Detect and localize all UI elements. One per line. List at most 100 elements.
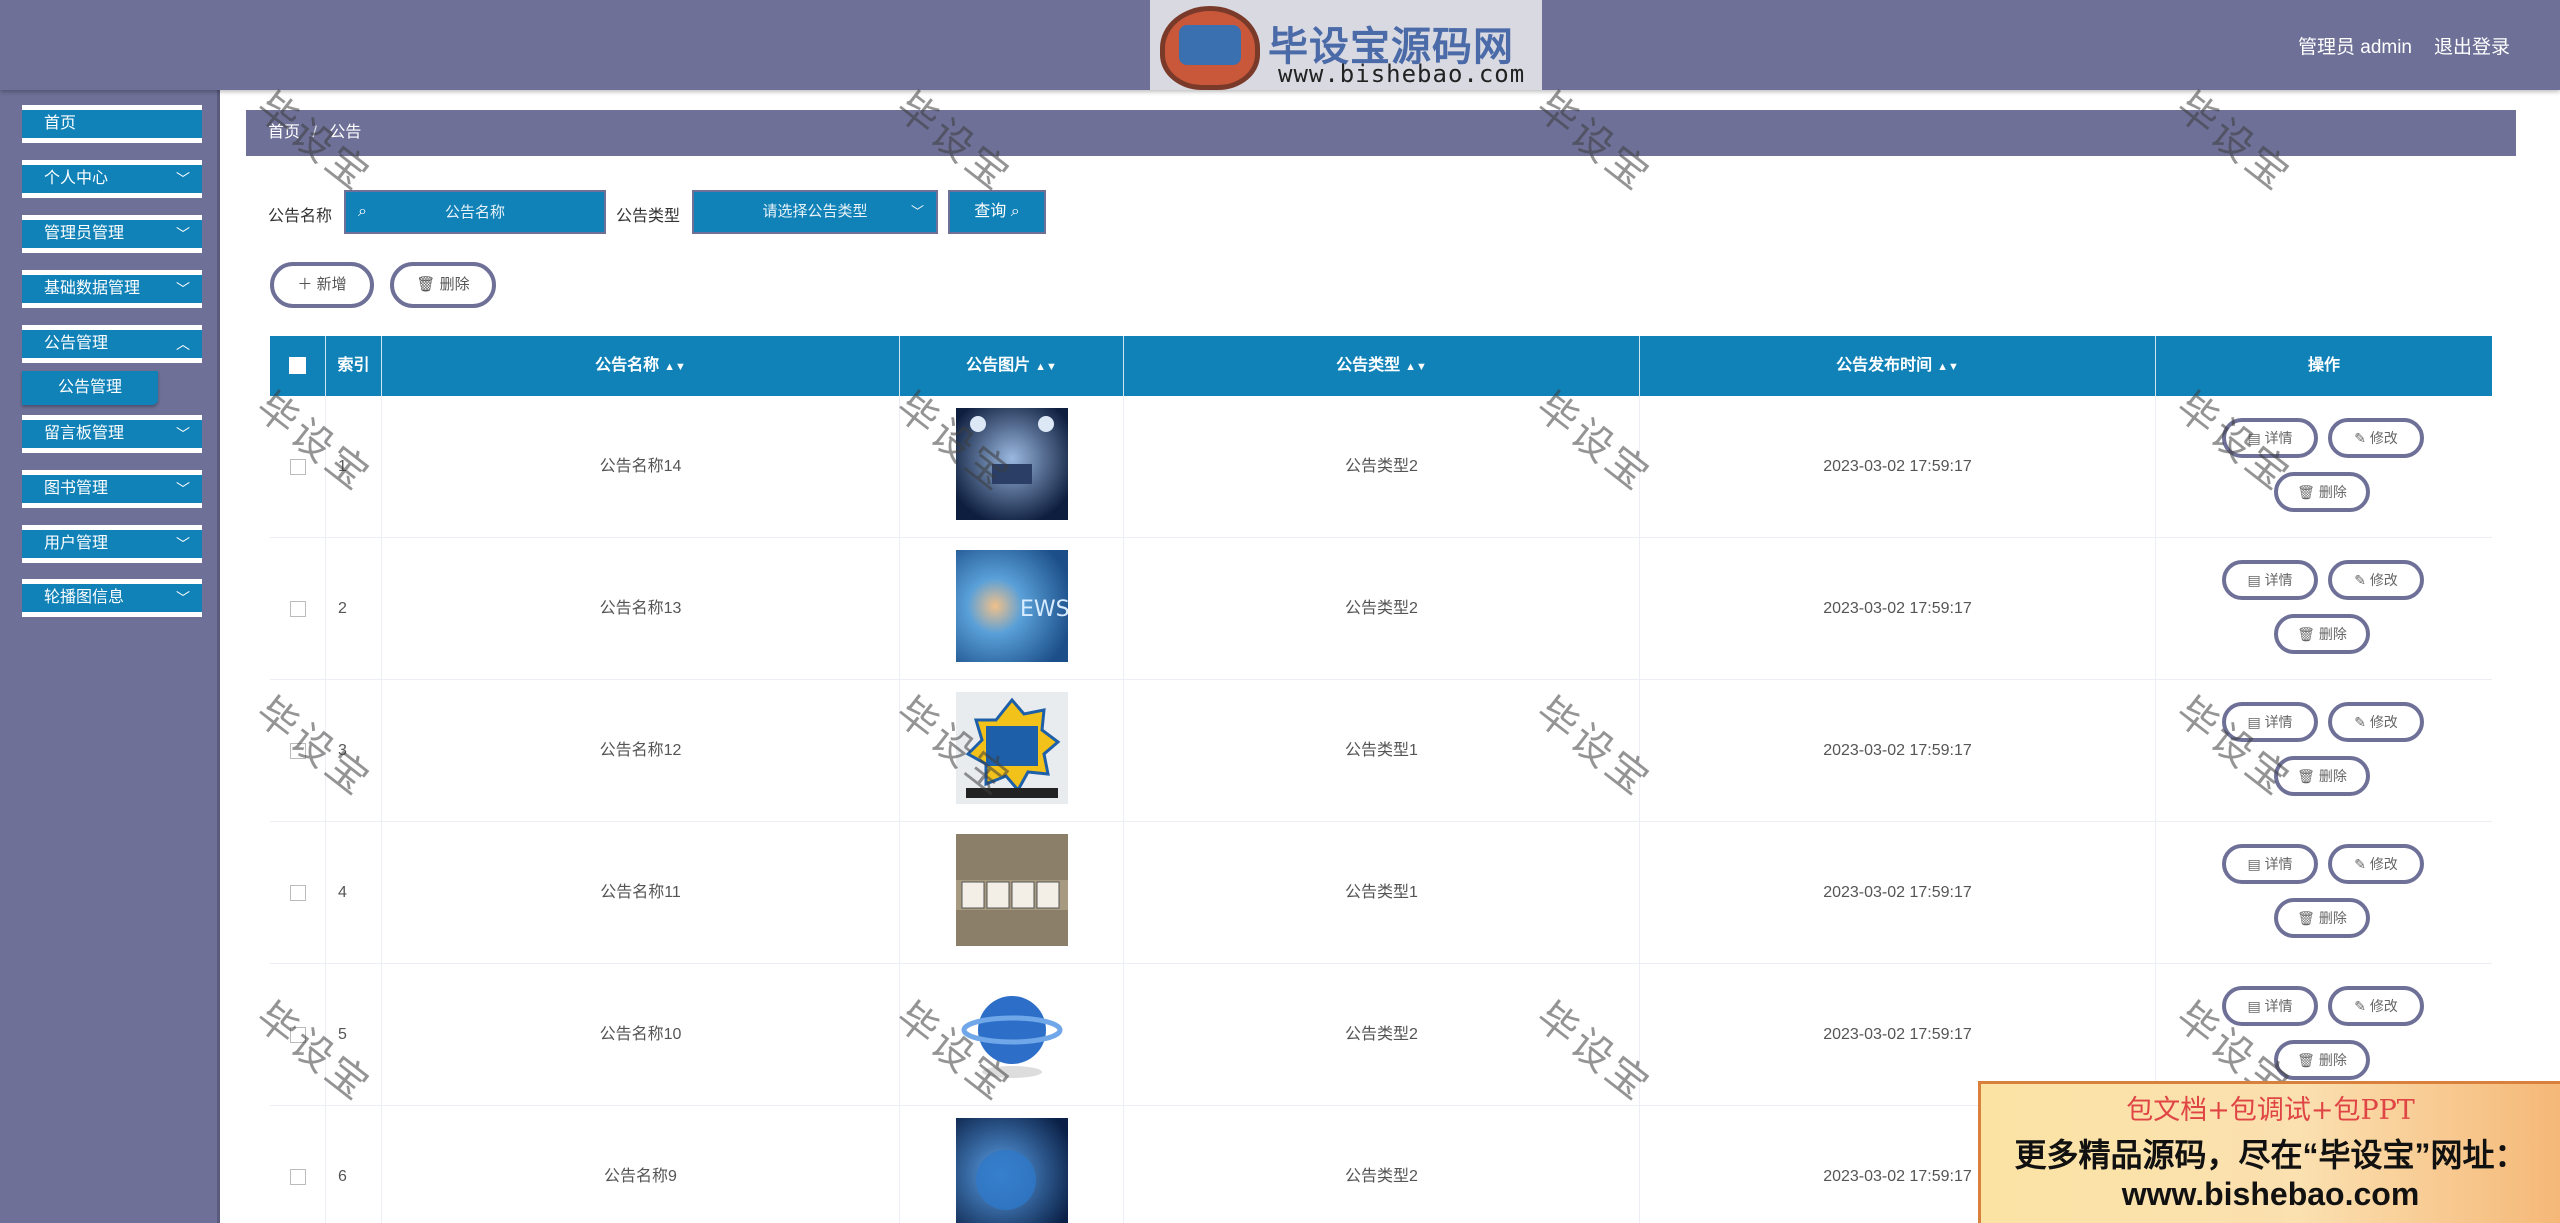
- detail-button[interactable]: ▤ 详情: [2222, 844, 2318, 884]
- trash-icon: 🗑: [2297, 484, 2315, 500]
- detail-button[interactable]: ▤ 详情: [2222, 560, 2318, 600]
- search-name-field[interactable]: ⌕: [344, 190, 606, 234]
- edit-button[interactable]: ✎ 修改: [2328, 560, 2424, 600]
- row-checkbox[interactable]: [289, 600, 306, 617]
- query-button[interactable]: 查询 ⌕: [948, 190, 1046, 234]
- row-time: 2023-03-02 17:59:17: [1640, 680, 2156, 822]
- sidebar-item-books[interactable]: 图书管理 ﹀: [22, 470, 202, 508]
- select-all-checkbox[interactable]: [289, 357, 306, 375]
- table-row: 3 公告名称12 公告类型1 2023-03-02 17:59:17 ▤ 详情 ✎ 修改 🗑…: [270, 680, 2492, 822]
- sidebar-item-users[interactable]: 用户管理 ﹀: [22, 525, 202, 563]
- delete-button[interactable]: 🗑 删除: [2274, 1040, 2370, 1080]
- sort-icon: ▲▼: [664, 361, 686, 373]
- promo-line-2: 更多精品源码，尽在“毕设宝”网址：: [2014, 1137, 2527, 1173]
- logout-link[interactable]: 退出登录: [2434, 32, 2510, 59]
- trash-icon: 🗑: [2297, 768, 2315, 784]
- notice-type-select[interactable]: 请选择公告类型 ﹀: [692, 190, 938, 234]
- sidebar-item-base-data[interactable]: 基础数据管理 ﹀: [22, 270, 202, 308]
- delete-button[interactable]: 🗑 删除: [2274, 898, 2370, 938]
- notice-thumbnail: [956, 834, 1068, 946]
- row-checkbox[interactable]: [289, 458, 306, 475]
- column-name[interactable]: 公告名称 ▲▼: [382, 336, 900, 396]
- edit-button-label: 修改: [2369, 430, 2398, 446]
- pencil-icon: ✎: [2354, 856, 2366, 872]
- sort-icon: ▲▼: [1035, 361, 1057, 373]
- row-index: 1: [326, 396, 382, 538]
- pencil-icon: ✎: [2354, 430, 2366, 446]
- logo-url: www.bishebao.com: [1278, 60, 1526, 88]
- search-type-label: 公告类型: [616, 208, 681, 225]
- trash-icon: 🗑: [416, 276, 436, 293]
- notice-thumbnail: [956, 408, 1068, 520]
- row-image-cell: [900, 396, 1124, 538]
- delete-button[interactable]: 🗑 删除: [2274, 756, 2370, 796]
- row-name: 公告名称12: [382, 680, 900, 822]
- search-name-label: 公告名称: [268, 208, 333, 225]
- row-actions: ▤ 详情✎ 修改🗑 删除: [2156, 538, 2492, 680]
- search-name-input[interactable]: [346, 192, 604, 232]
- column-type[interactable]: 公告类型 ▲▼: [1124, 336, 1640, 396]
- notice-thumbnail: [956, 692, 1068, 804]
- sidebar-item-notices[interactable]: 公告管理 ︿: [22, 325, 202, 363]
- row-image-cell: [900, 822, 1124, 964]
- promo-line-3[interactable]: www.bishebao.com: [1981, 1176, 2560, 1213]
- row-checkbox[interactable]: [289, 742, 306, 759]
- document-icon: ▤: [2247, 998, 2261, 1014]
- edit-button-label: 修改: [2369, 998, 2398, 1014]
- column-time-label: 公告发布时间: [1836, 357, 1933, 374]
- select-all-cell: [270, 336, 326, 396]
- delete-button[interactable]: 🗑 删除: [2274, 472, 2370, 512]
- chevron-down-icon: ﹀: [176, 426, 190, 442]
- edit-button[interactable]: ✎ 修改: [2328, 986, 2424, 1026]
- sidebar-item-label: 首页: [44, 115, 77, 132]
- edit-button[interactable]: ✎ 修改: [2328, 418, 2424, 458]
- detail-button[interactable]: ▤ 详情: [2222, 986, 2318, 1026]
- delete-button-label: 删除: [2318, 768, 2347, 784]
- site-logo: 毕设宝源码网 www.bishebao.com: [1150, 0, 1542, 90]
- bulk-delete-button[interactable]: 🗑 删除: [390, 262, 496, 308]
- row-name: 公告名称11: [382, 822, 900, 964]
- sidebar-item-carousel[interactable]: 轮播图信息 ﹀: [22, 579, 202, 617]
- chevron-down-icon: ﹀: [176, 171, 190, 187]
- detail-button[interactable]: ▤ 详情: [2222, 702, 2318, 742]
- row-select-cell: [270, 396, 326, 538]
- document-icon: ▤: [2247, 572, 2261, 588]
- sidebar-item-profile[interactable]: 个人中心 ﹀: [22, 160, 202, 198]
- document-icon: ▤: [2247, 430, 2261, 446]
- row-index: 3: [326, 680, 382, 822]
- svg-text:EWS: EWS: [1020, 597, 1068, 622]
- sort-icon: ▲▼: [1405, 361, 1427, 373]
- sidebar-subitem-notice-manage[interactable]: 公告管理: [22, 371, 158, 405]
- row-checkbox[interactable]: [289, 1168, 306, 1185]
- row-image-cell: EWS: [900, 538, 1124, 680]
- breadcrumb-home[interactable]: 首页: [268, 124, 300, 141]
- row-checkbox[interactable]: [289, 884, 306, 901]
- delete-button[interactable]: 🗑 删除: [2274, 614, 2370, 654]
- admin-user-label: 管理员 admin: [2297, 37, 2412, 58]
- row-index: 4: [326, 822, 382, 964]
- delete-button-label: 删除: [2318, 484, 2347, 500]
- column-index: 索引: [326, 336, 382, 396]
- edit-button[interactable]: ✎ 修改: [2328, 844, 2424, 884]
- row-name: 公告名称13: [382, 538, 900, 680]
- row-select-cell: [270, 964, 326, 1106]
- sidebar-item-admins[interactable]: 管理员管理 ﹀: [22, 215, 202, 253]
- sidebar-item-messages[interactable]: 留言板管理 ﹀: [22, 415, 202, 453]
- chevron-down-icon: ﹀: [176, 590, 190, 606]
- sidebar-item-label: 图书管理: [44, 480, 109, 497]
- detail-button-label: 详情: [2264, 572, 2293, 588]
- chevron-down-icon: ﹀: [176, 536, 190, 552]
- column-time[interactable]: 公告发布时间 ▲▼: [1640, 336, 2156, 396]
- column-image[interactable]: 公告图片 ▲▼: [900, 336, 1124, 396]
- row-select-cell: [270, 822, 326, 964]
- promo-banner: 包文档+包调试+包PPT 更多精品源码，尽在“毕设宝”网址： www.bishe…: [1978, 1081, 2560, 1223]
- add-button[interactable]: ＋ 新增: [270, 262, 374, 308]
- plus-icon: ＋: [297, 276, 313, 293]
- delete-button-label: 删除: [2318, 910, 2347, 926]
- chevron-down-icon: ﹀: [176, 481, 190, 497]
- chevron-down-icon: ﹀: [910, 204, 924, 219]
- detail-button[interactable]: ▤ 详情: [2222, 418, 2318, 458]
- sidebar-item-home[interactable]: 首页: [22, 105, 202, 143]
- row-checkbox[interactable]: [289, 1026, 306, 1043]
- edit-button[interactable]: ✎ 修改: [2328, 702, 2424, 742]
